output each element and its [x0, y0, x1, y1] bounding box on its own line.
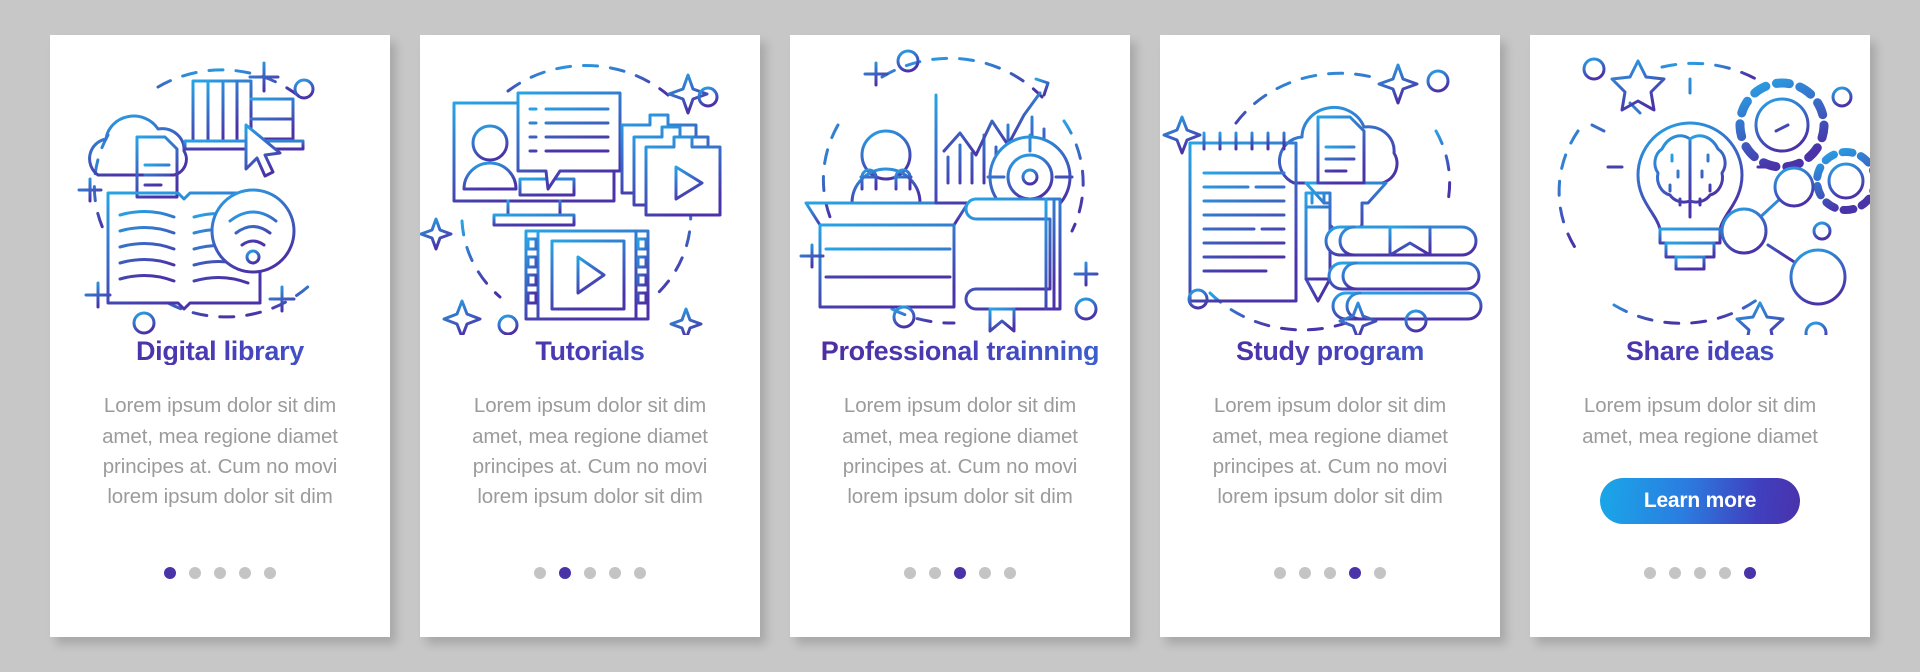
onboarding-card-digital-library[interactable]: Digital library Lorem ipsum dolor sit di…: [50, 35, 390, 637]
pagination-dot[interactable]: [214, 567, 226, 579]
dashed-circle-icon: [880, 56, 1044, 99]
circle-icon: [1582, 57, 1606, 81]
pagination-dot[interactable]: [1744, 567, 1756, 579]
pagination-dot[interactable]: [1274, 567, 1286, 579]
card-title: Tutorials: [450, 337, 730, 366]
pagination-dot[interactable]: [1719, 567, 1731, 579]
pagination-dot[interactable]: [904, 567, 916, 579]
onboarding-card-professional-trainning[interactable]: Professional trainning Lorem ipsum dolor…: [790, 35, 1130, 637]
pagination-dot[interactable]: [1299, 567, 1311, 579]
pagination-dots: [790, 567, 1130, 579]
onboarding-card-share-ideas[interactable]: Share ideas Lorem ipsum dolor sit dim am…: [1530, 35, 1870, 637]
card-body-text: Lorem ipsum dolor sit dim amet, mea regi…: [1212, 394, 1448, 509]
dashed-circle-icon: [156, 68, 302, 99]
plus-icon: [863, 61, 889, 87]
document-icon: [135, 135, 179, 199]
pagination-dot[interactable]: [1324, 567, 1336, 579]
pagination-dots: [420, 567, 760, 579]
pagination-dot[interactable]: [1349, 567, 1361, 579]
pagination-dots: [1160, 567, 1500, 579]
dashed-circle-icon: [506, 64, 670, 97]
pagination-dot[interactable]: [1374, 567, 1386, 579]
tutorials-illustration: [420, 35, 760, 335]
sparkle-icon: [667, 73, 709, 115]
professional-trainning-illustration: [790, 35, 1130, 335]
pagination-dot[interactable]: [929, 567, 941, 579]
card-title: Share ideas: [1560, 337, 1840, 366]
pagination-dot[interactable]: [239, 567, 251, 579]
share-ideas-illustration: [1530, 35, 1870, 335]
document-icon: [1316, 115, 1366, 185]
pagination-dot[interactable]: [979, 567, 991, 579]
pagination-dot[interactable]: [954, 567, 966, 579]
dashed-circle-icon: [1660, 61, 1758, 81]
card-body-text: Lorem ipsum dolor sit dim amet, mea regi…: [842, 394, 1078, 509]
pagination-dot[interactable]: [584, 567, 596, 579]
pagination-dot[interactable]: [1004, 567, 1016, 579]
pagination-dot[interactable]: [189, 567, 201, 579]
digital-library-illustration: [50, 35, 390, 335]
pagination-dot[interactable]: [609, 567, 621, 579]
gear-icon: [1813, 148, 1870, 214]
pagination-dot[interactable]: [264, 567, 276, 579]
study-program-illustration: [1160, 35, 1500, 335]
pagination-dot[interactable]: [1694, 567, 1706, 579]
card-title: Study program: [1190, 337, 1470, 366]
card-body-text: Lorem ipsum dolor sit dim amet, mea regi…: [472, 394, 708, 509]
pagination-dot[interactable]: [559, 567, 571, 579]
onboarding-card-tutorials[interactable]: Tutorials Lorem ipsum dolor sit dim amet…: [420, 35, 760, 637]
pagination-dot[interactable]: [164, 567, 176, 579]
pagination-dots: [1530, 567, 1870, 579]
circle-icon: [293, 78, 315, 100]
wifi-icon: [210, 188, 296, 274]
onboarding-screens-board: Digital library Lorem ipsum dolor sit di…: [0, 0, 1920, 672]
sparkle-icon: [1377, 63, 1419, 105]
circle-icon: [896, 49, 920, 73]
circle-icon: [1426, 69, 1450, 93]
user-avatar-icon: [471, 124, 509, 162]
film-strip-icon: [524, 229, 650, 321]
learn-more-button[interactable]: Learn more: [1600, 478, 1800, 524]
star-icon: [1610, 59, 1666, 112]
dashed-circle-icon: [1234, 71, 1374, 125]
onboarding-card-study-program[interactable]: Study program Lorem ipsum dolor sit dim …: [1160, 35, 1500, 637]
card-title: Professional trainning: [820, 336, 1100, 366]
pagination-dot[interactable]: [1669, 567, 1681, 579]
pagination-dots: [50, 567, 390, 579]
pagination-dot[interactable]: [634, 567, 646, 579]
card-body-text: Lorem ipsum dolor sit dim amet, mea regi…: [102, 394, 338, 509]
card-body-text: Lorem ipsum dolor sit dim amet, mea regi…: [1582, 394, 1818, 448]
pagination-dot[interactable]: [534, 567, 546, 579]
bookmark-icon: [988, 307, 1016, 333]
pagination-dot[interactable]: [1644, 567, 1656, 579]
speech-bubble-icon: [516, 91, 622, 191]
plus-icon: [248, 61, 280, 93]
cursor-icon: [244, 123, 282, 178]
card-title: Digital library: [80, 337, 360, 366]
gear-icon: [1735, 78, 1829, 172]
